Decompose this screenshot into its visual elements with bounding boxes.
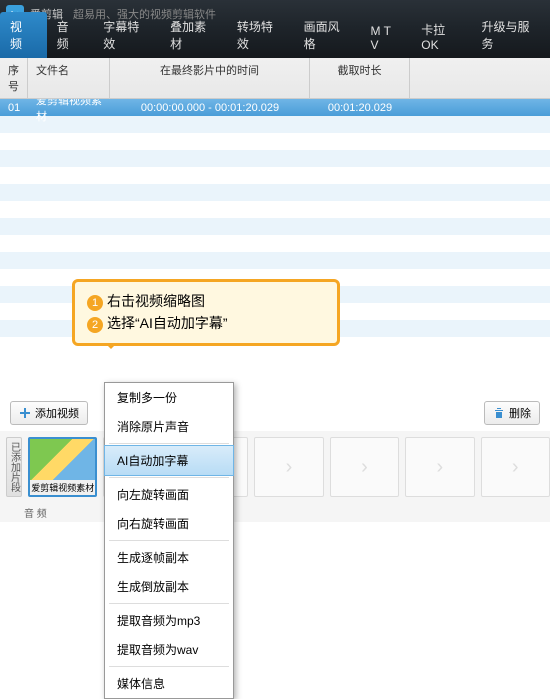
- col-timerange: 在最终影片中的时间: [110, 58, 310, 98]
- context-menu: 复制多一份 消除原片声音 AI自动加字幕 向左旋转画面 向右旋转画面 生成逐帧副…: [104, 382, 234, 699]
- chevron-right-icon: ›: [286, 456, 293, 479]
- delete-button[interactable]: 删除: [484, 401, 540, 425]
- plus-icon: [19, 407, 31, 419]
- tab-video[interactable]: 视 频: [0, 12, 47, 58]
- add-video-button[interactable]: 添加视频: [10, 401, 88, 425]
- menu-copy[interactable]: 复制多一份: [105, 383, 233, 412]
- thumbnail-image: [30, 439, 95, 480]
- thumbnail-label: 爱剪辑视频素材: [30, 480, 95, 495]
- table-row[interactable]: [0, 150, 550, 167]
- menu-frame-copy[interactable]: 生成逐帧副本: [105, 543, 233, 572]
- empty-slot[interactable]: ›: [330, 437, 399, 497]
- tab-upgrade[interactable]: 升级与服务: [472, 12, 550, 58]
- add-video-label: 添加视频: [35, 405, 79, 421]
- step-number-icon: 2: [87, 317, 103, 333]
- empty-slot[interactable]: ›: [405, 437, 474, 497]
- menu-rotate-right[interactable]: 向右旋转画面: [105, 509, 233, 538]
- table-row[interactable]: [0, 201, 550, 218]
- step-number-icon: 1: [87, 295, 103, 311]
- audio-row-label: 音 频: [0, 503, 550, 522]
- cell-timerange: 00:00:00.000 - 00:01:20.029: [110, 102, 310, 114]
- table-row[interactable]: [0, 235, 550, 252]
- main-tabs: 视 频 音 频 字幕特效 叠加素材 转场特效 画面风格 M T V 卡拉OK 升…: [0, 28, 550, 58]
- menu-media-info[interactable]: 媒体信息: [105, 669, 233, 698]
- chevron-right-icon: ›: [437, 456, 444, 479]
- strip-side-label: 已添加片段: [6, 437, 22, 497]
- tab-audio[interactable]: 音 频: [47, 12, 94, 58]
- chevron-right-icon: ›: [512, 456, 519, 479]
- menu-separator: [109, 666, 229, 667]
- menu-separator: [109, 540, 229, 541]
- table-row[interactable]: [0, 167, 550, 184]
- table-row[interactable]: [0, 133, 550, 150]
- delete-label: 删除: [509, 405, 531, 421]
- tab-transition[interactable]: 转场特效: [227, 12, 294, 58]
- menu-rotate-left[interactable]: 向左旋转画面: [105, 480, 233, 509]
- menu-extract-wav[interactable]: 提取音频为wav: [105, 635, 233, 664]
- menu-separator: [109, 603, 229, 604]
- col-duration: 截取时长: [310, 58, 410, 98]
- table-row[interactable]: [0, 184, 550, 201]
- clip-toolbar: 添加视频 删除: [0, 395, 550, 431]
- tab-style[interactable]: 画面风格: [294, 12, 361, 58]
- chevron-right-icon: ›: [361, 456, 368, 479]
- empty-slot[interactable]: ›: [254, 437, 323, 497]
- menu-reverse-copy[interactable]: 生成倒放副本: [105, 572, 233, 601]
- cell-index: 01: [0, 102, 28, 114]
- menu-separator: [109, 443, 229, 444]
- table-header: 序号 文件名 在最终影片中的时间 截取时长: [0, 58, 550, 99]
- tab-overlay[interactable]: 叠加素材: [160, 12, 227, 58]
- callout-line: 选择“AI自动加字幕”: [107, 315, 228, 331]
- menu-separator: [109, 477, 229, 478]
- tab-mtv[interactable]: M T V: [360, 18, 411, 58]
- clip-strip: 已添加片段 爱剪辑视频素材 › › › › › ›: [0, 431, 550, 503]
- callout-line: 右击视频缩略图: [107, 293, 205, 309]
- menu-ai-subtitle[interactable]: AI自动加字幕: [104, 445, 234, 476]
- instruction-callout: 1右击视频缩略图 2选择“AI自动加字幕”: [72, 279, 340, 346]
- menu-extract-mp3[interactable]: 提取音频为mp3: [105, 606, 233, 635]
- video-thumbnail[interactable]: 爱剪辑视频素材: [28, 437, 97, 497]
- col-index: 序号: [0, 58, 28, 98]
- table-row[interactable]: [0, 252, 550, 269]
- cell-filename: 爱剪辑视频素材: [28, 99, 110, 124]
- table-row[interactable]: 01 爱剪辑视频素材 00:00:00.000 - 00:01:20.029 0…: [0, 99, 550, 116]
- empty-slot[interactable]: ›: [481, 437, 550, 497]
- col-filename: 文件名: [28, 58, 110, 98]
- tab-karaoke[interactable]: 卡拉OK: [411, 15, 471, 58]
- table-row[interactable]: [0, 218, 550, 235]
- cell-duration: 00:01:20.029: [310, 102, 410, 114]
- menu-mute-original[interactable]: 消除原片声音: [105, 412, 233, 441]
- trash-icon: [493, 407, 505, 419]
- tab-subtitle-fx[interactable]: 字幕特效: [93, 12, 160, 58]
